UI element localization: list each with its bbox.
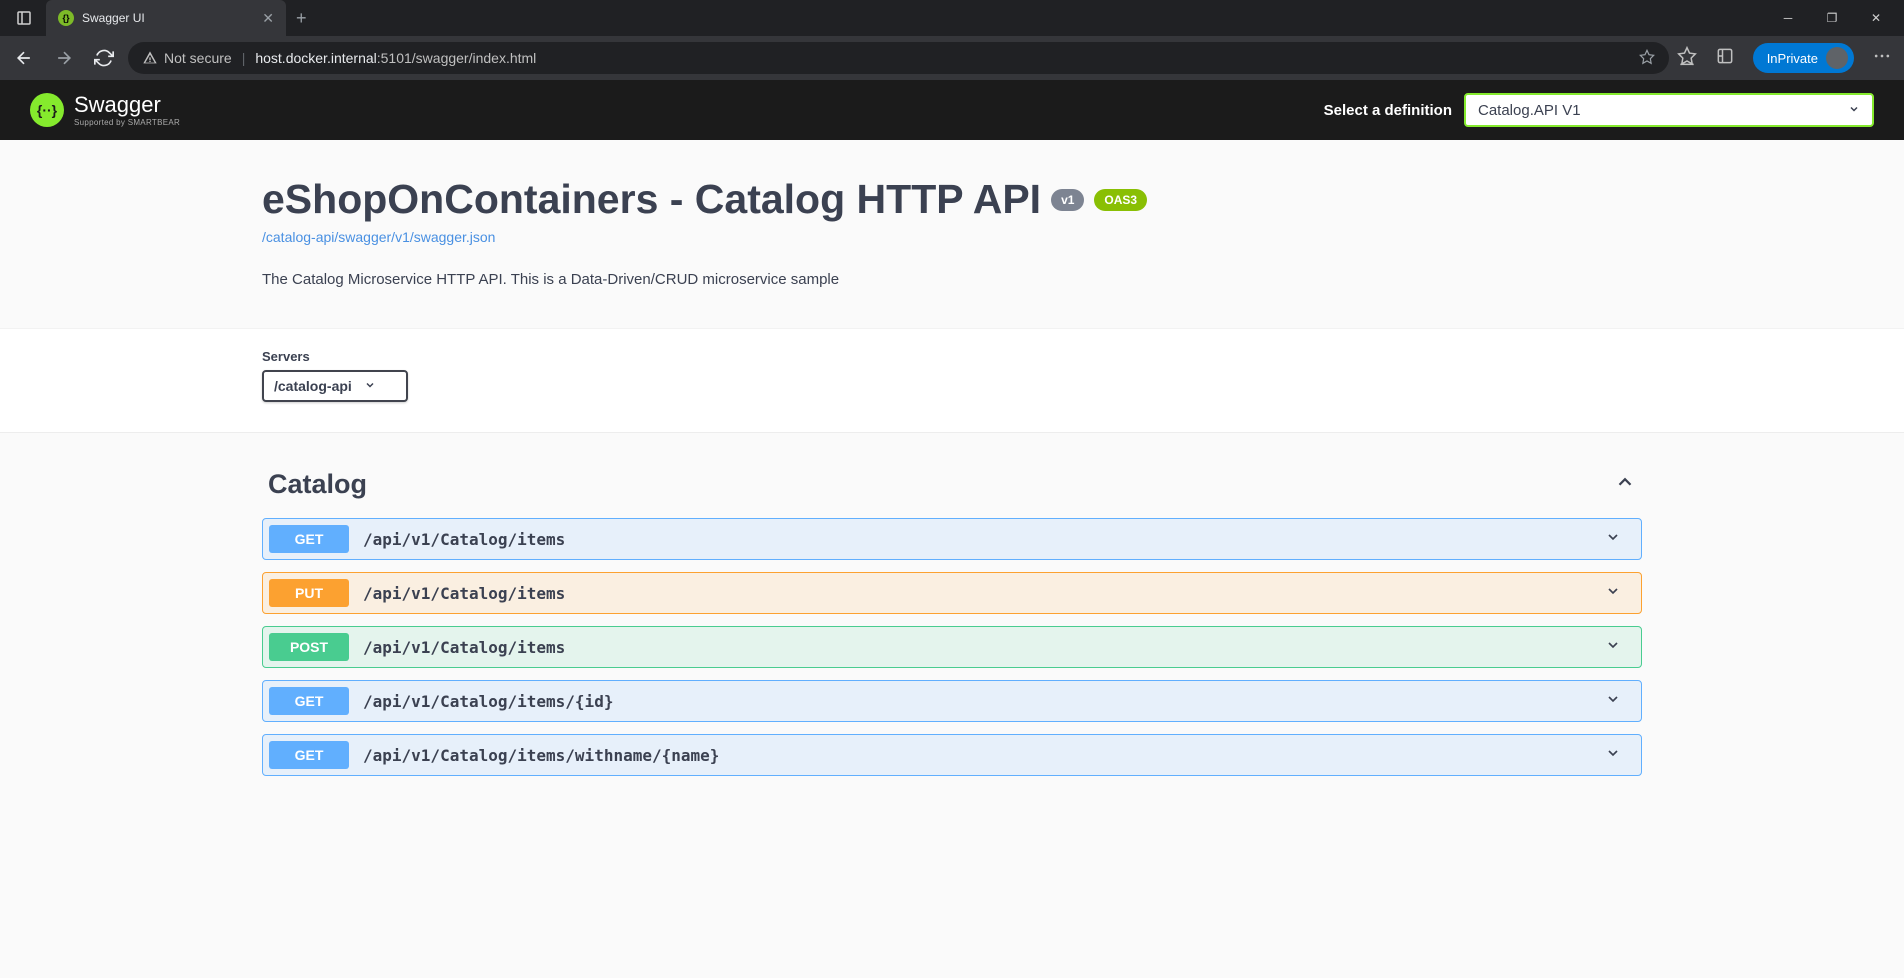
method-badge: GET bbox=[269, 741, 349, 769]
tab-actions-icon[interactable] bbox=[8, 2, 40, 34]
swagger-logo-icon: {··} bbox=[30, 93, 64, 127]
api-title: eShopOnContainers - Catalog HTTP API bbox=[262, 176, 1041, 223]
method-badge: GET bbox=[269, 687, 349, 715]
browser-tab[interactable]: {} Swagger UI ✕ bbox=[46, 0, 286, 36]
favorites-bar-icon[interactable] bbox=[1677, 46, 1697, 71]
operations-section: Catalog GET/api/v1/Catalog/itemsPUT/api/… bbox=[0, 432, 1904, 828]
oas-badge: OAS3 bbox=[1094, 189, 1147, 211]
servers-select[interactable]: /catalog-api bbox=[262, 370, 408, 402]
more-menu-icon[interactable] bbox=[1872, 46, 1892, 71]
browser-chrome: {} Swagger UI ✕ + ─ ❐ ✕ Not secure | hos… bbox=[0, 0, 1904, 80]
spec-link[interactable]: /catalog-api/swagger/v1/swagger.json bbox=[262, 229, 495, 245]
favorite-icon[interactable] bbox=[1639, 49, 1655, 68]
swagger-favicon-icon: {} bbox=[58, 10, 74, 26]
minimize-button[interactable]: ─ bbox=[1778, 11, 1798, 25]
refresh-button[interactable] bbox=[88, 42, 120, 74]
chevron-down-icon bbox=[1591, 691, 1635, 712]
info-section: eShopOnContainers - Catalog HTTP API v1 … bbox=[0, 140, 1904, 328]
chevron-down-icon bbox=[1591, 583, 1635, 604]
tag-name: Catalog bbox=[268, 469, 367, 500]
method-badge: PUT bbox=[269, 579, 349, 607]
nav-bar: Not secure | host.docker.internal:5101/s… bbox=[0, 36, 1904, 80]
close-tab-icon[interactable]: ✕ bbox=[262, 10, 274, 27]
swagger-logo-text: Swagger bbox=[74, 94, 180, 116]
definition-select[interactable]: Catalog.API V1 bbox=[1464, 93, 1874, 127]
operations-list: GET/api/v1/Catalog/itemsPUT/api/v1/Catal… bbox=[262, 518, 1642, 776]
chevron-down-icon bbox=[1591, 529, 1635, 550]
address-divider: | bbox=[242, 50, 246, 66]
avatar-icon bbox=[1826, 47, 1848, 69]
definition-selected: Catalog.API V1 bbox=[1478, 102, 1581, 119]
method-badge: GET bbox=[269, 525, 349, 553]
tag-header[interactable]: Catalog bbox=[262, 459, 1642, 518]
tab-bar: {} Swagger UI ✕ + ─ ❐ ✕ bbox=[0, 0, 1904, 36]
servers-selected: /catalog-api bbox=[274, 378, 352, 394]
url-text: host.docker.internal:5101/swagger/index.… bbox=[255, 50, 536, 66]
not-secure-label: Not secure bbox=[164, 50, 232, 66]
swagger-logo-subtext: Supported by SMARTBEAR bbox=[74, 119, 180, 127]
operation-path: /api/v1/Catalog/items bbox=[363, 530, 1591, 549]
version-badge: v1 bbox=[1051, 189, 1084, 211]
operation-row[interactable]: GET/api/v1/Catalog/items bbox=[262, 518, 1642, 560]
operation-path: /api/v1/Catalog/items/withname/{name} bbox=[363, 746, 1591, 765]
operation-row[interactable]: POST/api/v1/Catalog/items bbox=[262, 626, 1642, 668]
definition-label: Select a definition bbox=[1324, 102, 1452, 119]
operation-path: /api/v1/Catalog/items bbox=[363, 584, 1591, 603]
not-secure-indicator[interactable]: Not secure bbox=[142, 50, 232, 66]
inprivate-label: InPrivate bbox=[1767, 51, 1818, 66]
method-badge: POST bbox=[269, 633, 349, 661]
operation-row[interactable]: PUT/api/v1/Catalog/items bbox=[262, 572, 1642, 614]
operation-row[interactable]: GET/api/v1/Catalog/items/withname/{name} bbox=[262, 734, 1642, 776]
tab-title: Swagger UI bbox=[82, 11, 254, 25]
chevron-down-icon bbox=[364, 378, 376, 394]
new-tab-button[interactable]: + bbox=[296, 8, 307, 29]
swagger-topbar: {··} Swagger Supported by SMARTBEAR Sele… bbox=[0, 80, 1904, 140]
chevron-down-icon bbox=[1591, 745, 1635, 766]
servers-section: Servers /catalog-api bbox=[0, 328, 1904, 432]
forward-button[interactable] bbox=[48, 42, 80, 74]
operation-row[interactable]: GET/api/v1/Catalog/items/{id} bbox=[262, 680, 1642, 722]
toolbar-right: InPrivate bbox=[1677, 43, 1896, 73]
inprivate-indicator[interactable]: InPrivate bbox=[1753, 43, 1854, 73]
operation-path: /api/v1/Catalog/items bbox=[363, 638, 1591, 657]
api-description: The Catalog Microservice HTTP API. This … bbox=[262, 271, 1642, 288]
chevron-up-icon bbox=[1614, 471, 1636, 498]
address-bar[interactable]: Not secure | host.docker.internal:5101/s… bbox=[128, 42, 1669, 74]
chevron-down-icon bbox=[1591, 637, 1635, 658]
window-controls: ─ ❐ ✕ bbox=[1778, 11, 1904, 25]
operation-path: /api/v1/Catalog/items/{id} bbox=[363, 692, 1591, 711]
close-window-button[interactable]: ✕ bbox=[1866, 11, 1886, 25]
chevron-down-icon bbox=[1848, 102, 1860, 119]
maximize-button[interactable]: ❐ bbox=[1822, 11, 1842, 25]
collections-icon[interactable] bbox=[1715, 46, 1735, 71]
back-button[interactable] bbox=[8, 42, 40, 74]
swagger-logo[interactable]: {··} Swagger Supported by SMARTBEAR bbox=[30, 93, 180, 127]
api-title-row: eShopOnContainers - Catalog HTTP API v1 … bbox=[262, 176, 1642, 223]
warning-icon bbox=[142, 50, 158, 66]
servers-label: Servers bbox=[262, 349, 1642, 364]
